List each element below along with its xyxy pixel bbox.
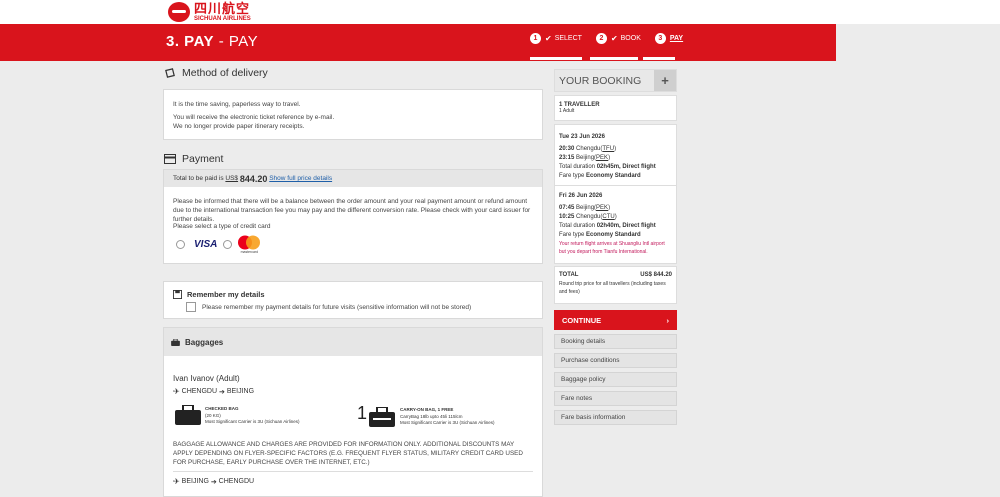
total-amount: 844.20 (239, 173, 268, 184)
baggage-policy-link[interactable]: Baggage policy (554, 372, 677, 387)
inbound-duration: Total duration 02h40m, Direct flight (559, 223, 656, 229)
fare-notes-link[interactable]: Fare notes (554, 391, 677, 406)
booking-details-link[interactable]: Booking details (554, 334, 677, 349)
total-note: Round trip price for all travellers (inc… (559, 281, 666, 295)
payment-notice: Please be informed that there will be a … (173, 198, 531, 223)
step-pay: 3 PAY (654, 33, 683, 44)
arrow-right-icon: ➔ (210, 478, 217, 486)
arrow-right-icon: ➔ (219, 388, 225, 396)
purchase-conditions-link[interactable]: Purchase conditions (554, 353, 677, 368)
itinerary-box: Tue 23 Jun 2026 20:30 Chengdu(TFU) 23:15… (554, 124, 677, 264)
continue-button[interactable]: CONTINUE › (554, 310, 677, 330)
step-select-underline (530, 57, 582, 60)
your-booking-title: YOUR BOOKING (559, 75, 642, 87)
inbound-date: Fri 26 Jun 2026 (559, 193, 603, 199)
inbound-arrival: 10:25 Chengdu(CTU) (559, 214, 617, 220)
mastercard-icon (238, 235, 261, 250)
save-icon (173, 290, 182, 299)
remember-details-panel: Remember my details Please remember my p… (163, 281, 543, 319)
show-price-details-link[interactable]: Show full price details (269, 175, 332, 182)
ticket-icon (165, 68, 175, 78)
checked-bag-carrier: Most Significant Carrier is 3U (Sichuan … (205, 419, 300, 424)
step-select[interactable]: 1 ✔ SELECT (530, 33, 582, 44)
baggages-header: Baggages (164, 328, 542, 356)
inbound-departure: 07:45 Beijing(PEK) (559, 205, 611, 211)
carry-on-carrier: Most Significant Carrier is 3U (Sichuan … (400, 420, 495, 425)
baggages-panel: Baggages Ivan Ivanov (Adult) ✈ CHENGDU ➔… (163, 327, 543, 497)
traveller-adult: 1 Adult (559, 108, 575, 114)
step-book-underline (590, 57, 638, 60)
mastercard-radio[interactable] (223, 240, 233, 249)
total-value: US$ 844.20 (640, 272, 672, 278)
passenger-name: Ivan Ivanov (Adult) (173, 374, 240, 383)
route-outbound: ✈ CHENGDU ➔ BEIJING (173, 387, 255, 396)
sichuan-airlines-logo[interactable]: 四川航空 SICHUAN AIRLINES (168, 1, 251, 23)
chevron-right-icon: › (666, 315, 670, 325)
remember-checkbox[interactable] (186, 302, 196, 312)
your-booking-header: YOUR BOOKING + (554, 69, 677, 92)
remember-title: Remember my details (187, 290, 265, 299)
card-type-options: VISA mastercard (176, 235, 261, 254)
carry-on-bag-icon (369, 406, 395, 427)
divider (555, 185, 676, 186)
top-header: 四川航空 SICHUAN AIRLINES (0, 0, 1000, 24)
logo-icon (168, 2, 190, 22)
progress-steps: 1 ✔ SELECT 2 ✔ BOOK 3 PAY (530, 33, 697, 44)
carry-on-count: 1 (357, 403, 368, 423)
total-box: TOTAL US$ 844.20 Round trip price for al… (554, 266, 677, 304)
credit-card-icon (164, 154, 176, 164)
baggage-disclaimer: BAGGAGE ALLOWANCE AND CHARGES ARE PROVID… (173, 441, 523, 466)
mastercard-logo: mastercard (237, 235, 261, 254)
check-icon: ✔ (545, 34, 552, 43)
route-return: ✈ BEIJING ➔ CHENGDU (173, 477, 255, 486)
delivery-section-title: Method of delivery (164, 67, 268, 79)
page-title: 3. PAY - PAY (166, 33, 259, 50)
checked-bag-icon (175, 404, 201, 425)
airport-warning: Your return flight arrives at Shuangliu … (559, 241, 665, 255)
outbound-duration: Total duration 02h45m, Direct flight (559, 164, 656, 170)
logo-chinese-text: 四川航空 (194, 1, 251, 16)
outbound-departure: 20:30 Chengdu(TFU) (559, 146, 617, 152)
baggages-title: Baggages (185, 337, 224, 347)
step-book[interactable]: 2 ✔ BOOK (595, 33, 641, 44)
plane-icon: ✈ (173, 387, 180, 396)
remember-checkbox-label: Please remember my payment details for f… (202, 303, 472, 311)
traveller-box: 1 TRAVELLER 1 Adult (554, 95, 677, 121)
delivery-text-2: You will receive the electronic ticket r… (173, 114, 335, 121)
outbound-arrival: 23:15 Beijing(PEK) (559, 155, 611, 161)
delivery-text-1: It is the time saving, paperless way to … (173, 101, 301, 108)
logo-english-text: SICHUAN AIRLINES (194, 16, 251, 22)
step-pay-underline (643, 57, 675, 60)
step-bar (0, 24, 1000, 61)
expand-booking-button[interactable]: + (654, 70, 676, 91)
delivery-panel: It is the time saving, paperless way to … (163, 89, 543, 140)
inbound-fare: Fare type Economy Standard (559, 232, 641, 238)
visa-logo: VISA (194, 239, 218, 250)
fare-basis-information-link[interactable]: Fare basis information (554, 410, 677, 425)
payment-section-title: Payment (164, 153, 223, 165)
divider (173, 471, 533, 472)
baggage-icon (171, 338, 180, 346)
select-card-label: Please select a type of credit card (173, 223, 271, 230)
plane-icon: ✈ (173, 477, 180, 486)
delivery-text-3: We no longer provide paper itinerary rec… (173, 123, 305, 130)
outbound-fare: Fare type Economy Standard (559, 173, 641, 179)
total-label: TOTAL (559, 272, 579, 278)
outbound-date: Tue 23 Jun 2026 (559, 134, 605, 140)
payment-panel: Total to be paid is US$ 844.20 Show full… (163, 169, 543, 264)
visa-radio[interactable] (176, 240, 185, 249)
total-to-pay-bar: Total to be paid is US$ 844.20 Show full… (164, 170, 542, 187)
check-icon: ✔ (610, 34, 618, 43)
